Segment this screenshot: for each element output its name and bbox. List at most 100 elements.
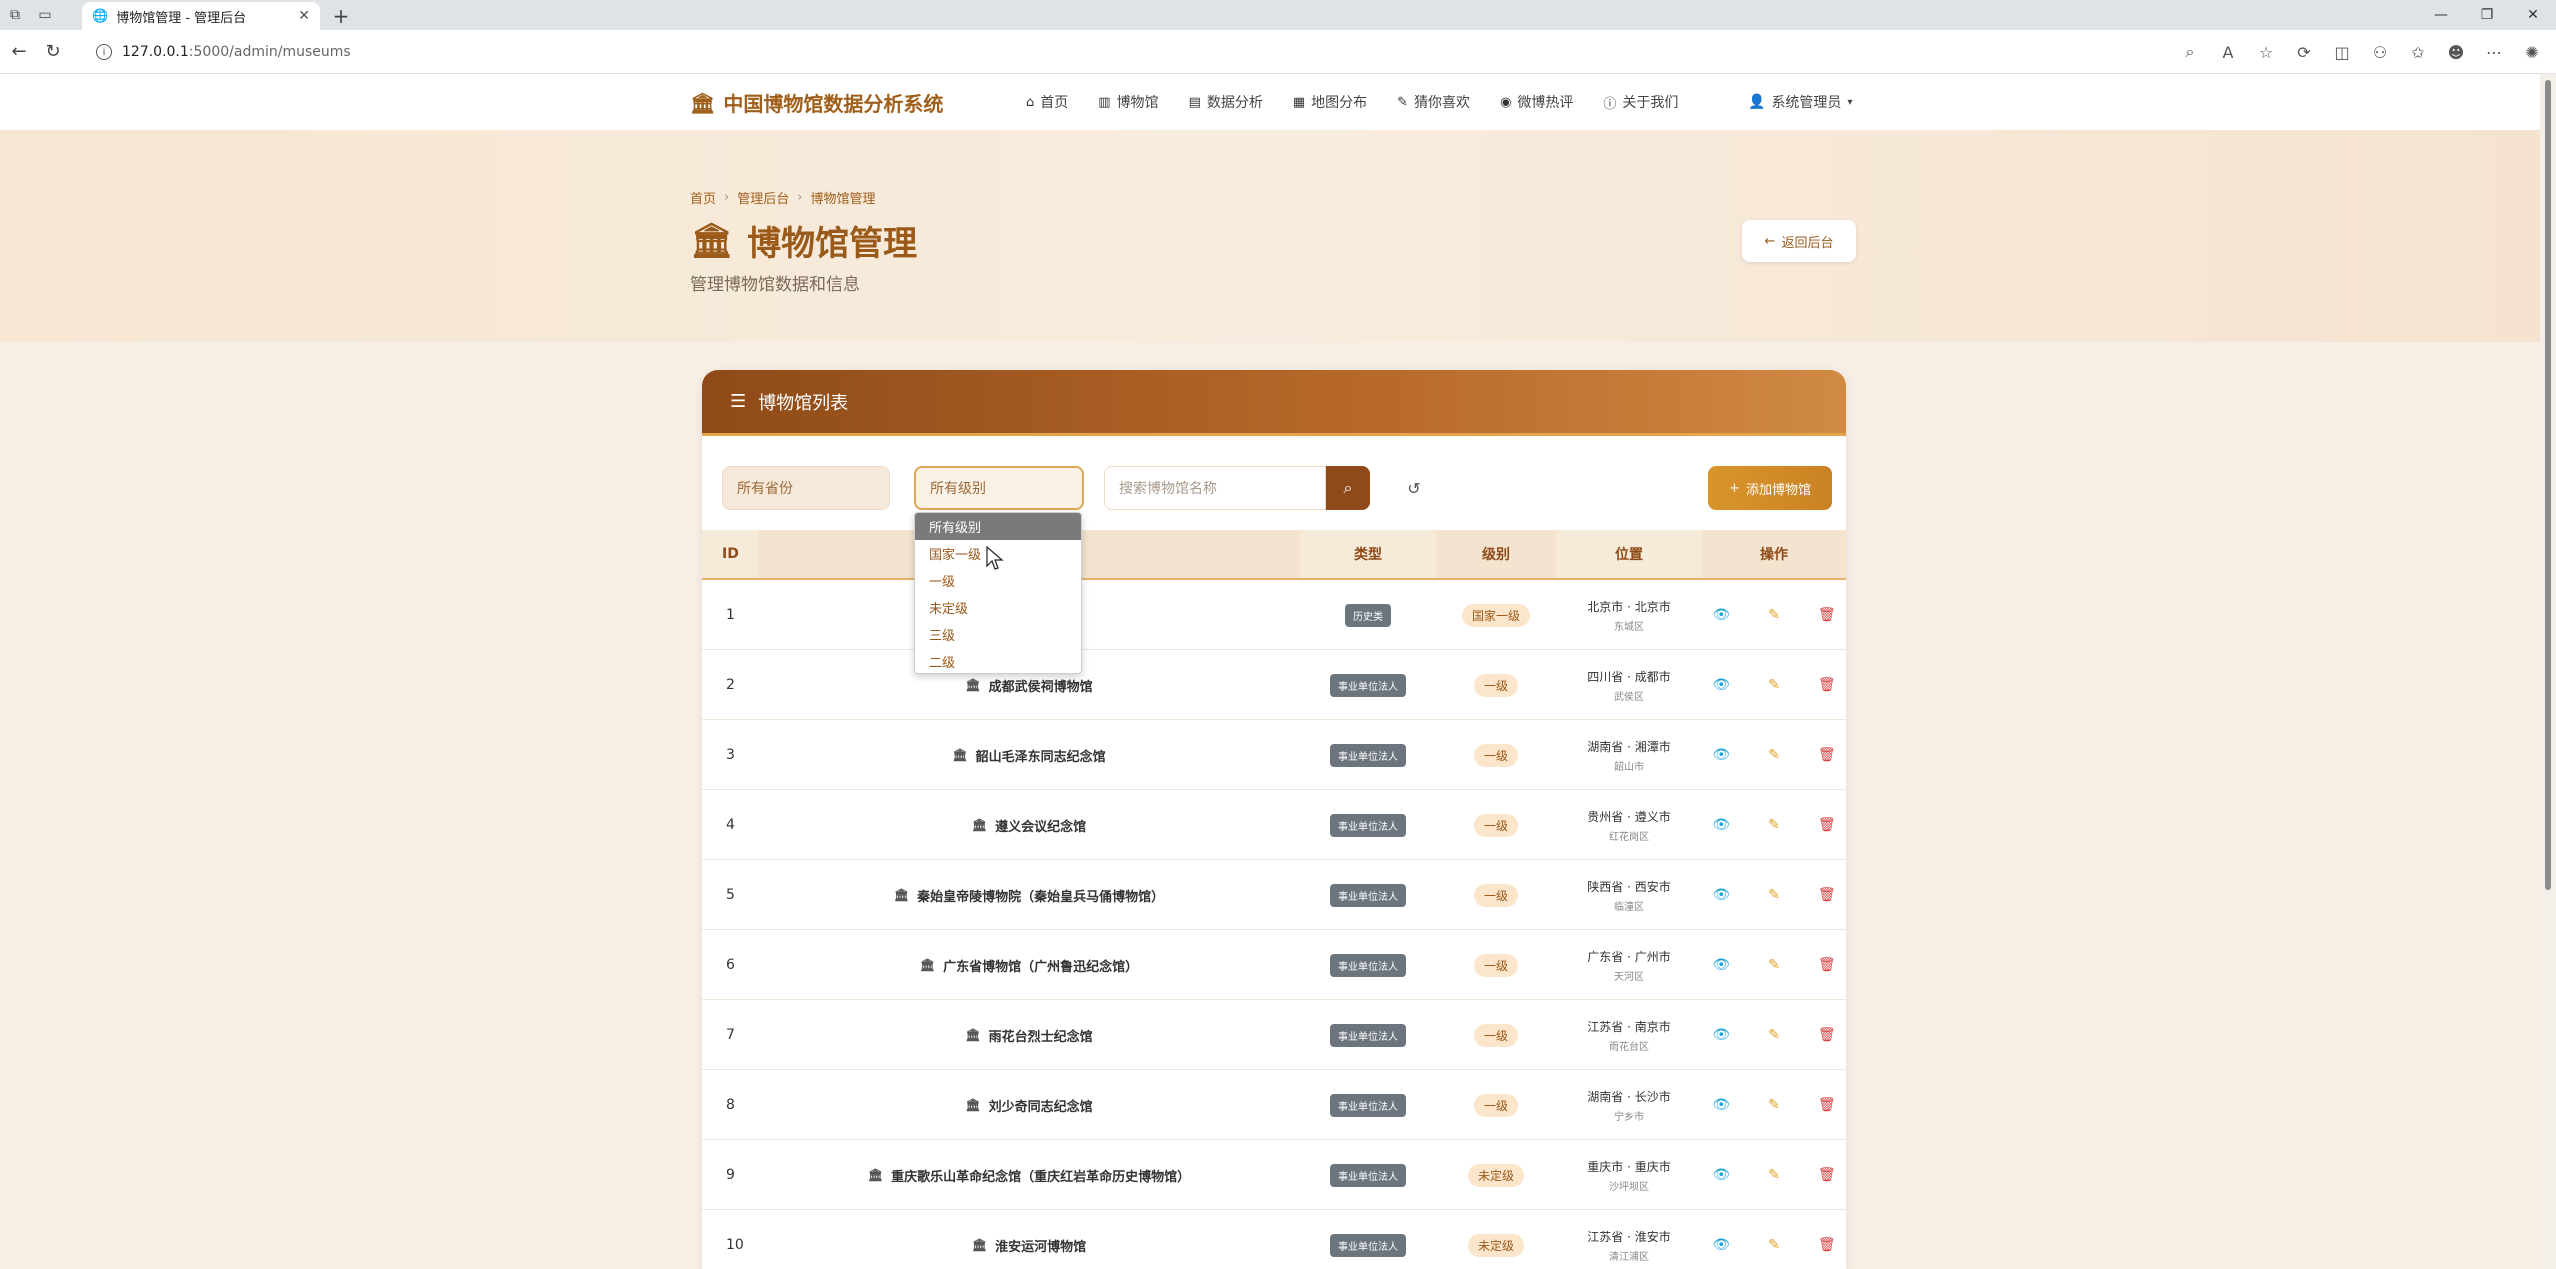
url-field[interactable]: i 127.0.0.1:5000/admin/museums: [84, 36, 2244, 68]
reload-icon[interactable]: ↻: [36, 35, 70, 69]
view-eye-icon[interactable]: 👁: [1712, 677, 1730, 693]
museum-list-card: ☰ 博物馆列表 所有省份 所有级别 搜索博物馆名称 ⌕ ↺ + 添加博物馆 ID…: [702, 370, 1846, 1269]
view-eye-icon[interactable]: 👁: [1712, 747, 1730, 763]
level-select[interactable]: 所有级别: [914, 466, 1084, 510]
nav-map[interactable]: ▦ 地图分布: [1293, 92, 1367, 112]
col-id[interactable]: ID: [702, 530, 758, 578]
workspaces-icon[interactable]: ⧉: [0, 0, 30, 30]
nav-analysis[interactable]: ▤ 数据分析: [1189, 92, 1263, 112]
profile-avatar-icon[interactable]: ☻: [2440, 36, 2472, 68]
minimize-icon[interactable]: —: [2418, 0, 2464, 30]
tab-actions-icon[interactable]: ▭: [30, 0, 60, 30]
search-button[interactable]: ⌕: [1326, 466, 1370, 510]
new-tab-button[interactable]: +: [328, 3, 354, 29]
view-eye-icon[interactable]: 👁: [1712, 1167, 1730, 1183]
reset-button[interactable]: ↺: [1402, 476, 1426, 500]
table-header: ID 类型 级别 位置 操作: [702, 530, 1846, 580]
delete-trash-icon[interactable]: 🗑: [1818, 677, 1836, 693]
favorites-icon[interactable]: ✩: [2402, 36, 2434, 68]
page-scrollbar[interactable]: [2540, 74, 2556, 1269]
user-menu[interactable]: 👤 系统管理员 ▾: [1748, 74, 1852, 130]
museum-name: 秦始皇帝陵博物院（秦始皇兵马俑博物馆）: [917, 889, 1165, 905]
back-to-admin-button[interactable]: ← 返回后台: [1742, 220, 1856, 262]
delete-trash-icon[interactable]: 🗑: [1818, 957, 1836, 973]
edit-icon[interactable]: ✎: [1768, 1167, 1780, 1183]
delete-trash-icon[interactable]: 🗑: [1818, 887, 1836, 903]
delete-trash-icon[interactable]: 🗑: [1818, 1097, 1836, 1113]
museum-name: 广东省博物馆（广州鲁迅纪念馆）: [943, 959, 1139, 975]
nav-museums[interactable]: ▥ 博物馆: [1098, 92, 1158, 112]
dropdown-option[interactable]: 二级: [915, 648, 1081, 673]
back-icon[interactable]: ←: [2, 35, 36, 69]
view-eye-icon[interactable]: 👁: [1712, 957, 1730, 973]
scrollbar-thumb[interactable]: [2545, 80, 2551, 890]
more-menu-icon[interactable]: ⋯: [2478, 36, 2510, 68]
table-row: 5 🏛 秦始皇帝陵博物院（秦始皇兵马俑博物馆） 事业单位法人 一级 陕西省 · 西安市 临潼…: [702, 860, 1846, 930]
collections-icon[interactable]: ⚇: [2364, 36, 2396, 68]
location-city: 陕西省 · 西安市: [1587, 879, 1671, 894]
delete-trash-icon[interactable]: 🗑: [1818, 1167, 1836, 1183]
delete-trash-icon[interactable]: 🗑: [1818, 817, 1836, 833]
nav-about[interactable]: ⓘ 关于我们: [1603, 92, 1678, 112]
delete-trash-icon[interactable]: 🗑: [1818, 747, 1836, 763]
col-level[interactable]: 级别: [1436, 530, 1556, 578]
dropdown-option[interactable]: 未定级: [915, 594, 1081, 621]
museum-name: 重庆歌乐山革命纪念馆（重庆红岩革命历史博物馆）: [891, 1169, 1191, 1185]
zoom-icon[interactable]: ⌕: [2174, 36, 2206, 68]
cell-level: 一级: [1436, 1070, 1556, 1140]
browser-tab[interactable]: 🌐 博物馆管理 - 管理后台 ✕: [82, 2, 320, 30]
view-eye-icon[interactable]: 👁: [1712, 887, 1730, 903]
favorite-star-icon[interactable]: ☆: [2250, 36, 2282, 68]
breadcrumb-admin[interactable]: 管理后台: [737, 188, 789, 207]
edit-icon[interactable]: ✎: [1768, 1097, 1780, 1113]
edit-icon[interactable]: ✎: [1768, 607, 1780, 623]
cell-location: 贵州省 · 遵义市 红花岗区: [1556, 790, 1702, 860]
cell-location: 江苏省 · 南京市 雨花台区: [1556, 1000, 1702, 1070]
add-museum-button[interactable]: + 添加博物馆: [1708, 466, 1832, 510]
dropdown-option[interactable]: 所有级别: [915, 513, 1081, 540]
cell-name: 🏛 韶山毛泽东同志纪念馆: [758, 720, 1300, 790]
view-eye-icon[interactable]: 👁: [1712, 817, 1730, 833]
breadcrumb-home[interactable]: 首页: [690, 188, 716, 207]
nav-weibo[interactable]: ◉ 微博热评: [1500, 92, 1573, 112]
delete-trash-icon[interactable]: 🗑: [1818, 607, 1836, 623]
cell-type: 事业单位法人: [1300, 1070, 1436, 1140]
location-district: 韶山市: [1614, 761, 1644, 773]
map-icon: ▦: [1292, 94, 1306, 110]
restore-icon[interactable]: ❐: [2464, 0, 2510, 30]
col-type[interactable]: 类型: [1300, 530, 1436, 578]
edit-icon[interactable]: ✎: [1768, 957, 1780, 973]
cell-location: 北京市 · 北京市 东城区: [1556, 580, 1702, 650]
site-info-icon[interactable]: i: [96, 44, 112, 60]
search-input[interactable]: 搜索博物馆名称: [1104, 466, 1326, 510]
edit-icon[interactable]: ✎: [1768, 1027, 1780, 1043]
extensions-icon[interactable]: ⟳: [2288, 36, 2320, 68]
delete-trash-icon[interactable]: 🗑: [1818, 1027, 1836, 1043]
view-eye-icon[interactable]: 👁: [1712, 1237, 1730, 1253]
view-eye-icon[interactable]: 👁: [1712, 607, 1730, 623]
edit-icon[interactable]: ✎: [1768, 817, 1780, 833]
nav-recommend[interactable]: ✎ 猜你喜欢: [1397, 92, 1470, 112]
location-city: 江苏省 · 淮安市: [1587, 1229, 1671, 1244]
read-aloud-icon[interactable]: A: [2212, 36, 2244, 68]
plus-icon: +: [1729, 480, 1740, 496]
nav-home[interactable]: ⌂ 首页: [1026, 92, 1068, 112]
edit-icon[interactable]: ✎: [1768, 887, 1780, 903]
brand-logo[interactable]: 🏛 中国博物馆数据分析系统: [690, 88, 943, 117]
cell-id: 10: [726, 1237, 744, 1253]
edit-icon[interactable]: ✎: [1768, 677, 1780, 693]
col-location[interactable]: 位置: [1556, 530, 1702, 578]
edit-icon[interactable]: ✎: [1768, 1237, 1780, 1253]
cell-type: 事业单位法人: [1300, 650, 1436, 720]
copilot-icon[interactable]: ✺: [2516, 36, 2548, 68]
view-eye-icon[interactable]: 👁: [1712, 1027, 1730, 1043]
dropdown-option[interactable]: 三级: [915, 621, 1081, 648]
province-select[interactable]: 所有省份: [722, 466, 890, 510]
delete-trash-icon[interactable]: 🗑: [1818, 1237, 1836, 1253]
split-screen-icon[interactable]: ◫: [2326, 36, 2358, 68]
close-window-icon[interactable]: ✕: [2510, 0, 2556, 30]
edit-icon[interactable]: ✎: [1768, 747, 1780, 763]
close-tab-icon[interactable]: ✕: [298, 8, 310, 24]
view-eye-icon[interactable]: 👁: [1712, 1097, 1730, 1113]
museum-name: 淮安运河博物馆: [995, 1239, 1087, 1255]
